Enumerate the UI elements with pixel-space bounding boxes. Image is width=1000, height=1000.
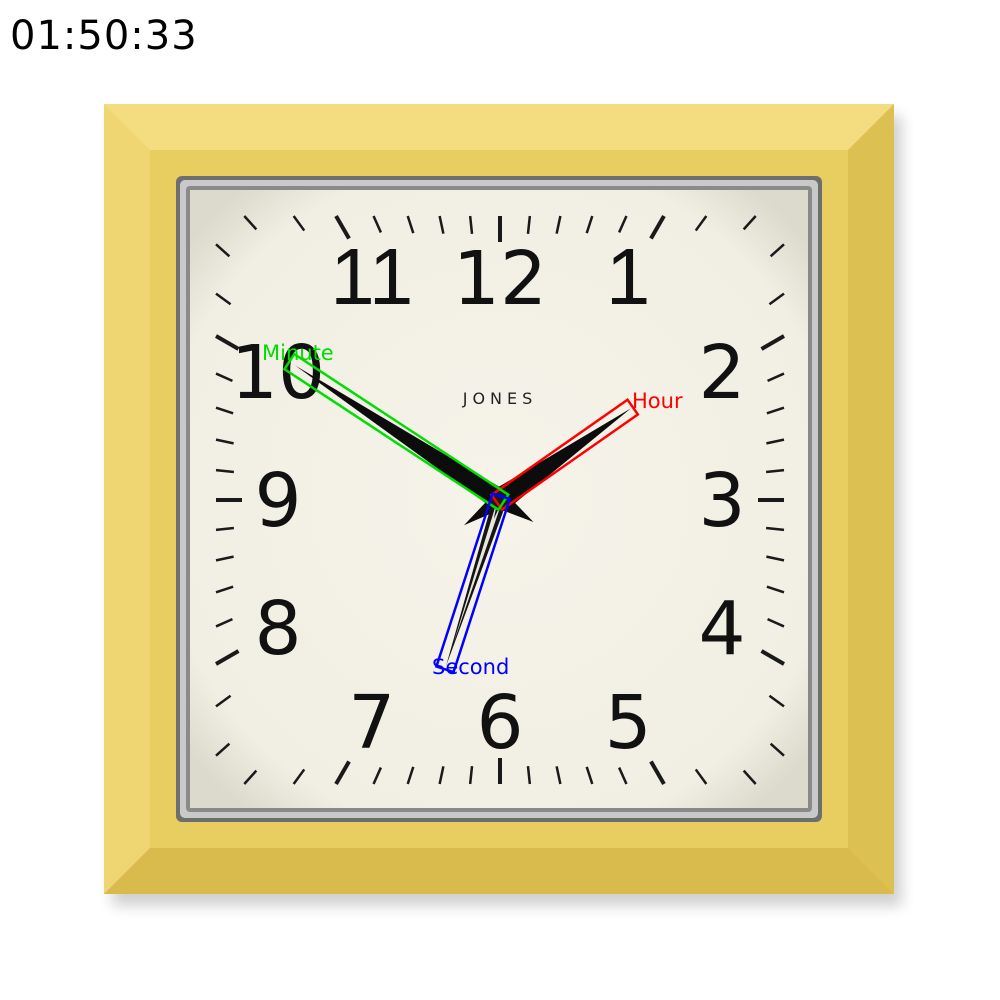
numeral-5: 5 xyxy=(605,680,652,766)
hour-annotation-label: Hour xyxy=(632,389,683,413)
numeral-9: 9 xyxy=(254,458,301,544)
numeral-11: 11 xyxy=(330,232,413,321)
numeral-6: 6 xyxy=(476,680,523,766)
numeral-12: 12 xyxy=(453,236,547,322)
brand-label: JONES xyxy=(462,389,538,408)
wall-clock: 12 1234567891011 JONES Hour Minute Second xyxy=(104,104,902,906)
numeral-3: 3 xyxy=(698,458,745,544)
numeral-4: 4 xyxy=(698,586,745,672)
minute-annotation-label: Minute xyxy=(262,341,334,365)
numeral-2: 2 xyxy=(698,330,745,416)
second-annotation-label: Second xyxy=(432,655,509,679)
numeral-7: 7 xyxy=(348,680,395,766)
numeral-1: 1 xyxy=(606,232,651,321)
numeral-8: 8 xyxy=(254,586,301,672)
